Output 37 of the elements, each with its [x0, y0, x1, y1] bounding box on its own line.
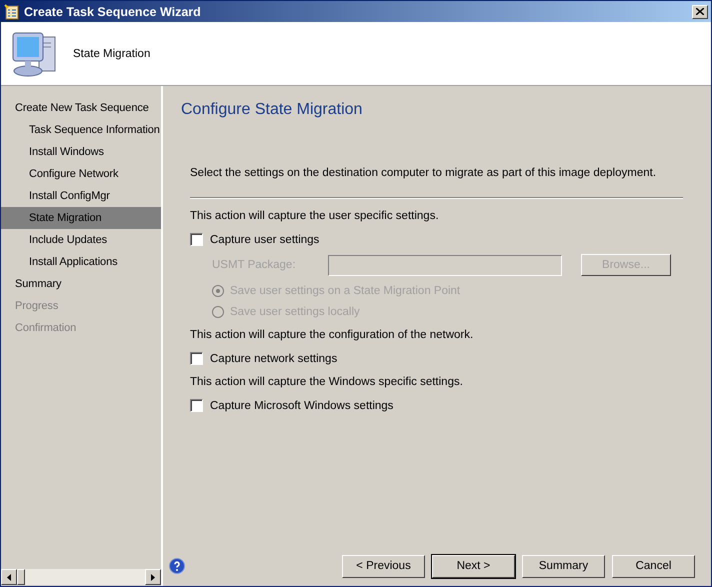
horizontal-scrollbar[interactable] [1, 569, 161, 585]
wizard-button[interactable]: Summary [522, 554, 605, 578]
checkbox[interactable] [190, 399, 203, 412]
window-title: Create Task Sequence Wizard [24, 4, 202, 18]
checkbox-label[interactable]: Capture Microsoft Windows settings [210, 400, 394, 412]
checkbox[interactable] [190, 233, 203, 246]
right-arrow-icon [151, 574, 155, 580]
scroll-thumb[interactable] [17, 569, 25, 585]
page-title: Configure State Migration [181, 101, 364, 119]
wizard-step[interactable]: Include Updates [1, 229, 161, 251]
checkbox-label[interactable]: Capture network settings [210, 352, 338, 364]
scroll-left-button[interactable] [1, 569, 17, 585]
wizard-step[interactable]: Configure Network [1, 163, 161, 185]
wizard-step[interactable]: Create New Task Sequence [1, 97, 161, 119]
wizard-step[interactable]: Task Sequence Information [1, 119, 161, 141]
header-title: State Migration [73, 48, 150, 60]
checkbox-label[interactable]: Capture user settings [210, 234, 320, 246]
section-description: This action will capture the configuration of the network. [190, 329, 474, 343]
package-field[interactable] [328, 254, 562, 276]
left-arrow-icon [7, 574, 11, 580]
instruction-text: Select the settings on the destination computer to migrate as part of this image deployment. [190, 167, 658, 179]
wizard-step[interactable]: Install Windows [1, 141, 161, 163]
wizard-button[interactable]: Cancel [612, 554, 695, 578]
close-icon [696, 8, 704, 15]
section-description: This action will capture the user specific settings. [190, 210, 440, 224]
help-icon[interactable] [169, 558, 185, 574]
checkbox[interactable] [190, 352, 203, 365]
wizard-icon [4, 4, 20, 20]
close-button[interactable] [692, 4, 708, 18]
wizard-button[interactable]: Next > [432, 554, 515, 578]
wizard-step[interactable]: State Migration [1, 207, 161, 229]
wizard-step[interactable]: Install ConfigMgr [1, 185, 161, 207]
scroll-right-button[interactable] [145, 569, 161, 585]
wizard-step[interactable]: Install Applications [1, 251, 161, 273]
wizard-button[interactable]: < Previous [342, 554, 425, 578]
section-description: This action will capture the Windows specific settings. [190, 376, 464, 390]
wizard-step[interactable]: Summary [1, 273, 161, 295]
